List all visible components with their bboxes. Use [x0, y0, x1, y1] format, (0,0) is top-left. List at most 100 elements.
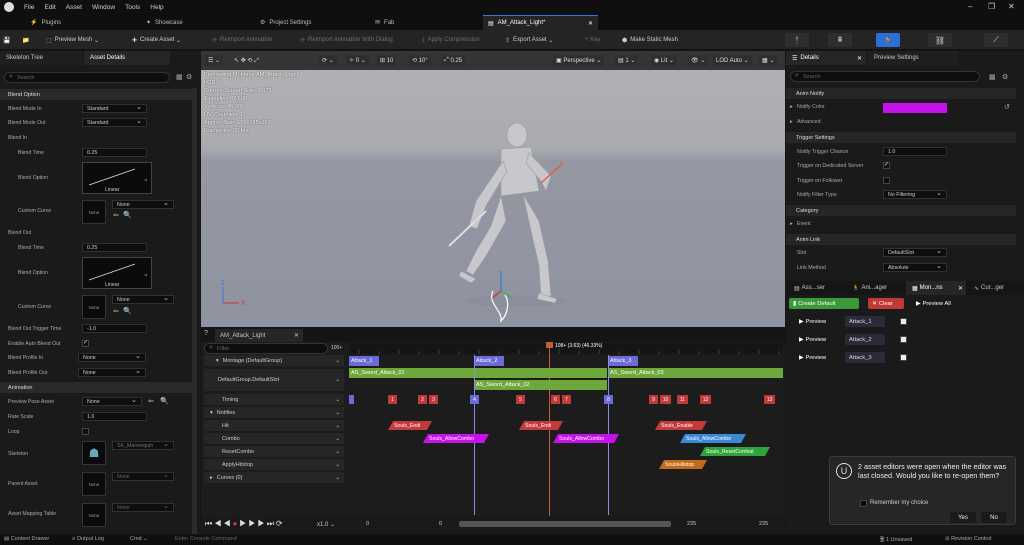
notify-souls-hitstop[interactable]: SoulsHitstop	[659, 460, 707, 469]
tab-project-settings[interactable]: ⚙ Project Settings	[260, 15, 365, 30]
coordinate-space-icon[interactable]: ⟳ ⌄	[319, 55, 337, 66]
expand-icon[interactable]: ▸	[790, 221, 793, 227]
section-loop-checkbox[interactable]	[900, 354, 907, 361]
blend-profile-out-select[interactable]: None	[78, 367, 146, 377]
chevron-down-icon[interactable]: ⌄	[335, 397, 340, 403]
timing-marker[interactable]: 3	[429, 395, 438, 404]
revision-control-button[interactable]: ⊘ Revision Control	[945, 536, 992, 542]
create-asset-button[interactable]: ✚ Create Asset ⌄	[132, 34, 181, 46]
console-input[interactable]: Enter Console Command	[175, 536, 237, 542]
blend-in-time-input[interactable]: 0.25	[82, 148, 147, 157]
apply-compression-button[interactable]: ⤓ Apply Compression	[422, 34, 480, 46]
chevron-down-icon[interactable]: ⌄	[143, 270, 149, 278]
custom-curve-select[interactable]: None	[112, 294, 174, 304]
details-search-input[interactable]: Search	[790, 71, 980, 82]
link-method-select[interactable]: Absolute	[883, 262, 947, 272]
settings-icon[interactable]: ⚙	[1002, 73, 1008, 81]
reimport-button[interactable]: ⟳ Reimport Animation	[212, 34, 272, 46]
tab-curve-manager[interactable]: ∿ Cur...ger	[968, 281, 1024, 295]
tab-anim-manager[interactable]: 🏃 Ani...ager	[846, 281, 904, 295]
track-reset-combo[interactable]: ResetCombo ⌄	[204, 446, 344, 457]
reimport-dialog-button[interactable]: ⟳ Reimport Animation With Dialog	[300, 34, 393, 46]
parent-asset-select[interactable]: None	[112, 471, 174, 481]
close-tab-icon[interactable]: ✕	[857, 55, 862, 62]
chevron-down-icon[interactable]: ⌄	[335, 449, 340, 455]
section-attack-3-chip[interactable]: Attack_3	[845, 352, 885, 363]
rate-scale-input[interactable]: 1.0	[82, 412, 147, 421]
tab-preview-settings[interactable]: Preview Settings	[868, 51, 958, 65]
cmd-button[interactable]: Cmd ⌄	[130, 536, 148, 542]
playback-speed[interactable]: x1.0 ⌄	[317, 521, 335, 528]
custom-curve-thumbnail[interactable]: None	[82, 200, 106, 224]
scrollbar[interactable]	[192, 88, 197, 534]
notify-reset-combat[interactable]: Souls_ResetCombat	[700, 447, 770, 456]
custom-curve-select[interactable]: None	[112, 199, 174, 209]
trigger-dedicated-checkbox[interactable]: ✓	[883, 162, 890, 169]
close-tab-icon[interactable]: ✕	[294, 332, 299, 339]
slot-select[interactable]: DefaultSlot	[883, 247, 947, 257]
tab-skeleton-tree[interactable]: Skeleton Tree	[0, 51, 82, 65]
timing-marker[interactable]: 1	[388, 395, 397, 404]
tab-fab[interactable]: ✉ Fab	[375, 15, 475, 30]
reset-icon[interactable]: ↺	[1004, 103, 1010, 111]
slot-segment[interactable]: AS_Sword_Attack_01	[349, 368, 607, 378]
browse-icon[interactable]: 🔍	[123, 307, 132, 315]
timeline-scrollbar[interactable]	[459, 521, 671, 527]
tab-asset-browser[interactable]: ▤ Ass...ser	[788, 281, 844, 295]
preview-mesh-button[interactable]: ⬚ Preview Mesh ⌄	[46, 34, 99, 46]
track-filter-input[interactable]: Filter	[204, 343, 328, 354]
parent-asset-thumbnail[interactable]: None	[82, 472, 106, 496]
track-timing[interactable]: Timing ⌄	[204, 394, 344, 405]
content-drawer-button[interactable]: ▤ Content Drawer	[4, 536, 49, 542]
notify-allow-combo[interactable]: Souls_AllowCombo	[423, 434, 489, 443]
track-apply-hitstop[interactable]: ApplyHitstop ⌄	[204, 459, 344, 470]
track-default-slot[interactable]: DefaultGroup.DefaultSlot ⌄	[204, 369, 344, 391]
unsaved-button[interactable]: 🗎 1 Unsaved	[880, 536, 912, 545]
transport-controls[interactable]: ⏮◀◀●▶▶▶⏭⟳	[205, 519, 285, 529]
menu-tools[interactable]: Tools	[125, 4, 140, 11]
lod-button[interactable]: LOD Auto ⌄	[713, 55, 752, 66]
use-selected-icon[interactable]: ⇐	[113, 307, 119, 315]
minimize-icon[interactable]: –	[968, 2, 972, 11]
browse-icon[interactable]: 🔍	[123, 211, 132, 219]
tab-plugins[interactable]: ⚡ Plugins	[30, 15, 135, 30]
section-loop-checkbox[interactable]	[900, 318, 907, 325]
yes-button[interactable]: Yes	[950, 512, 976, 523]
notify-souls-end[interactable]: Souls_Endi	[388, 421, 432, 430]
save-icon[interactable]: 💾	[3, 34, 10, 46]
preview-section-button[interactable]: ▶ Preview	[795, 334, 835, 345]
preview-all-button[interactable]: ▶ Preview All	[912, 298, 962, 309]
tab-showcase[interactable]: ✦ Showcase	[146, 15, 251, 30]
key-button[interactable]: + Key	[585, 34, 601, 46]
notify-allow-combo[interactable]: Souls_AllowCombo	[680, 434, 746, 443]
mesh-mode-icon[interactable]: ⩩	[828, 33, 852, 47]
grid-view-icon[interactable]: ▦	[989, 73, 996, 81]
track-montage-group[interactable]: ▾ Montage (DefaultGroup) ⌄	[204, 355, 344, 366]
close-window-icon[interactable]: ✕	[1008, 2, 1015, 11]
loop-checkbox[interactable]	[82, 428, 89, 435]
tab-details[interactable]: ☰ Details ✕	[786, 51, 866, 65]
expand-icon[interactable]: ▸	[790, 119, 793, 125]
preview-section-button[interactable]: ▶ Preview	[795, 316, 835, 327]
track-notifies[interactable]: ▾ Notifies ⌄	[204, 407, 344, 418]
chevron-down-icon[interactable]: ⌄	[335, 462, 340, 468]
chevron-down-icon[interactable]: ⌄	[335, 377, 340, 383]
chevron-down-icon[interactable]: ⌄	[335, 475, 340, 481]
timeline-ruler[interactable]: 108+ (3.63) (46.33%)	[349, 343, 783, 354]
browse-icon[interactable]: 🔍	[160, 397, 169, 405]
clear-button[interactable]: ✕ Clear	[868, 298, 904, 309]
blend-out-time-input[interactable]: 0.25	[82, 243, 147, 252]
layout-button[interactable]: ▤ 1 ⌄	[615, 55, 639, 66]
preview-section-button[interactable]: ▶ Preview	[795, 352, 835, 363]
asset-mapping-thumbnail[interactable]: None	[82, 503, 106, 527]
chevron-down-icon[interactable]: ⌄	[335, 423, 340, 429]
chevron-down-icon[interactable]: ⌄	[335, 410, 340, 416]
slot-segment[interactable]: AS_Sword_Attack_03	[608, 368, 783, 378]
skeleton-select[interactable]: SK_Mannequin	[112, 440, 174, 450]
select-mode-icon[interactable]: ↖ ✥ ⟲ ⤢	[231, 55, 262, 66]
timing-marker[interactable]: 5	[516, 395, 525, 404]
menu-edit[interactable]: Edit	[44, 4, 55, 11]
unreal-logo-icon[interactable]	[4, 2, 14, 12]
track-combo[interactable]: Combo ⌄	[204, 433, 344, 444]
trigger-follower-checkbox[interactable]	[883, 177, 890, 184]
